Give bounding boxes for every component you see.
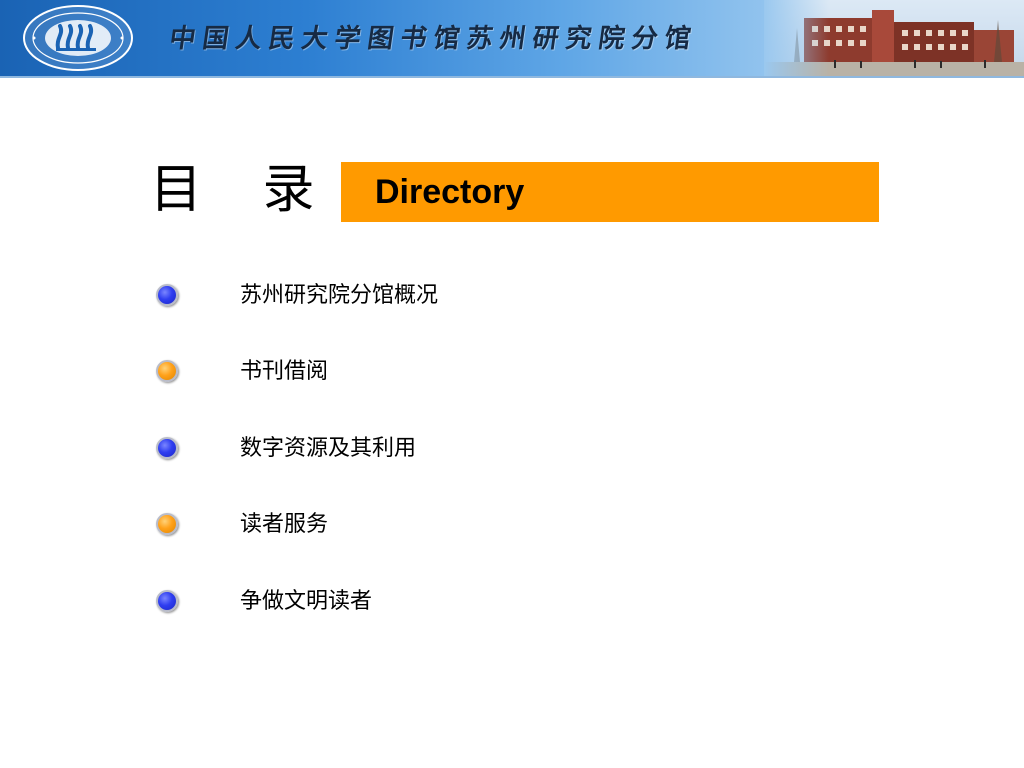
blue-bullet-icon	[156, 590, 178, 612]
toc-item-label: 读者服务	[240, 512, 329, 537]
toc-item-label: 苏州研究院分馆概况	[240, 283, 439, 308]
toc-item-borrowing[interactable]: 书刊借阅	[154, 357, 574, 387]
directory-label: Directory	[375, 173, 525, 211]
toc-item-label: 争做文明读者	[240, 589, 373, 614]
toc-item-label: 数字资源及其利用	[240, 436, 417, 461]
toc-item-overview[interactable]: 苏州研究院分馆概况	[154, 281, 574, 311]
header-banner: 中国人民大学图书馆苏州研究院分馆	[0, 0, 1024, 76]
campus-building-photo	[764, 0, 1024, 76]
orange-bullet-icon	[156, 360, 178, 382]
university-seal-icon	[23, 5, 133, 71]
banner-title: 中国人民大学图书馆苏州研究院分馆	[167, 24, 700, 54]
directory-bar: Directory	[341, 162, 879, 222]
blue-bullet-icon	[156, 284, 178, 306]
toc-item-digital-resources[interactable]: 数字资源及其利用	[154, 434, 574, 464]
page-title: 目 录	[150, 160, 337, 220]
banner-divider	[0, 76, 1024, 78]
orange-bullet-icon	[156, 513, 178, 535]
toc-item-civil-reader[interactable]: 争做文明读者	[154, 587, 574, 617]
blue-bullet-icon	[156, 437, 178, 459]
toc-item-label: 书刊借阅	[240, 359, 329, 384]
toc-item-reader-services[interactable]: 读者服务	[154, 510, 574, 540]
